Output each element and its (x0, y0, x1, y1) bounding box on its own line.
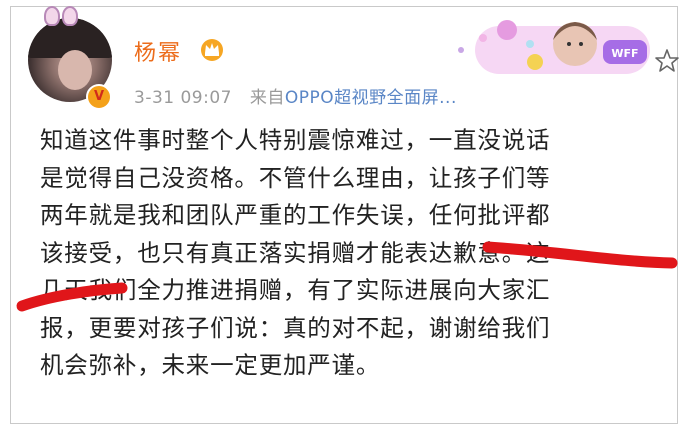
username[interactable]: 杨幂 (134, 35, 182, 67)
ear-right-icon (62, 6, 78, 26)
source-prefix: 来自 (249, 88, 285, 108)
crown-icon (201, 39, 223, 61)
post-line-4: 该接受，也只有真正落实捐赠才能表达歉意。这 (40, 238, 551, 267)
post-line-2: 是觉得自己没资格。不管什么理由，让孩子们等 (40, 163, 551, 192)
post-line-1: 知道这件事时整个人特别震惊难过，一直没说话 (40, 126, 551, 154)
bunny-ears-icon (42, 6, 78, 26)
post-line-6: 报，更要对孩子们说：真的对不起，谢谢给我们 (40, 313, 551, 342)
ear-left-icon (44, 6, 60, 26)
decoration-badge-text: WFF (611, 47, 638, 60)
avatar-face (58, 50, 92, 90)
favorite-star-icon[interactable] (654, 48, 680, 74)
post-body: 知道这件事时整个人特别震惊难过，一直没说话 是觉得自己没资格。不管什么理由，让孩… (40, 122, 665, 385)
verified-badge-icon: V (86, 84, 112, 110)
post-meta: 3-31 09:07 来自OPPO超视野全面屏... (134, 83, 457, 108)
decoration-card-icon: WFF (458, 20, 650, 74)
post-line-3: 两年就是我和团队严重的工作失误，任何批评都 (40, 201, 551, 229)
post-time: 3-31 09:07 (134, 88, 232, 108)
source-link[interactable]: OPPO超视野全面屏... (285, 88, 457, 108)
post-line-5: 几天我们全力推进捐赠，有了实际进展向大家汇 (40, 276, 551, 304)
post-line-7: 机会弥补，未来一定更加严谨。 (40, 351, 381, 379)
